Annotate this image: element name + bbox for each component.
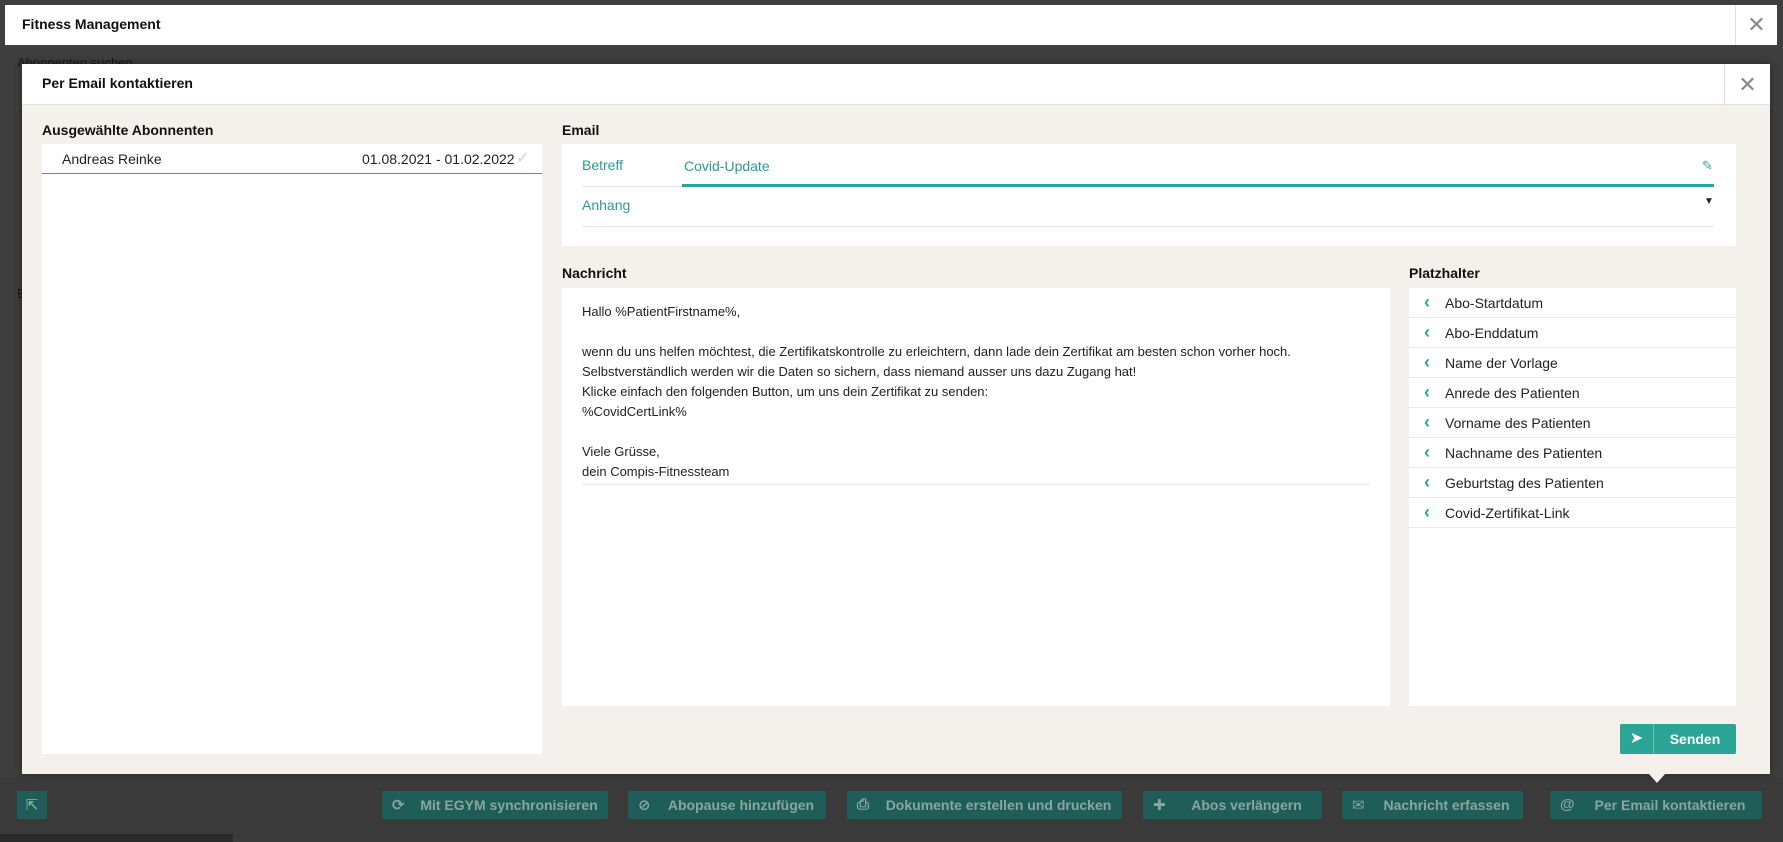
message-panel: Hallo %PatientFirstname%, wenn du uns he… xyxy=(562,288,1390,706)
paper-plane-icon: ➤ xyxy=(1620,724,1654,754)
sync-icon: ⟳ xyxy=(392,797,405,814)
pencil-icon: ✎ xyxy=(1702,158,1713,173)
outer-modal-title: Fitness Management xyxy=(22,16,161,32)
chevron-left-icon: ‹ xyxy=(1424,382,1430,402)
subscriber-row[interactable]: Andreas Reinke 01.08.2021 - 01.02.2022 ✓ xyxy=(42,144,542,174)
subject-input[interactable] xyxy=(682,147,1714,187)
chevron-left-icon: ‹ xyxy=(1424,292,1430,312)
send-button[interactable]: ➤ Senden xyxy=(1620,724,1736,754)
caret-down-icon[interactable]: ▼ xyxy=(1704,196,1714,207)
placeholder-item[interactable]: ‹ Anrede des Patienten xyxy=(1409,378,1736,408)
chevron-left-icon: ‹ xyxy=(1424,502,1430,522)
placeholder-item[interactable]: ‹ Nachname des Patienten xyxy=(1409,438,1736,468)
subscribers-list: Andreas Reinke 01.08.2021 - 01.02.2022 ✓ xyxy=(42,144,542,754)
envelope-icon: ✉ xyxy=(1352,797,1365,814)
chevron-left-icon: ‹ xyxy=(1424,352,1430,372)
create-message-button[interactable]: ✉ Nachricht erfassen xyxy=(1342,791,1523,819)
check-icon: ✓ xyxy=(516,150,530,167)
chevron-left-icon: ‹ xyxy=(1424,412,1430,432)
placeholder-item[interactable]: ‹ Abo-Enddatum xyxy=(1409,318,1736,348)
message-label: Nachricht xyxy=(562,265,627,281)
placeholder-item[interactable]: ‹ Name der Vorlage xyxy=(1409,348,1736,378)
placeholder-item[interactable]: ‹ Covid-Zertifikat-Link xyxy=(1409,498,1736,528)
subscribers-label: Ausgewählte Abonnenten xyxy=(42,122,214,138)
subscriber-dates: 01.08.2021 - 01.02.2022 xyxy=(362,151,515,167)
extend-subscriptions-button[interactable]: ✚ Abos verlängern xyxy=(1143,791,1322,819)
attachment-select[interactable] xyxy=(682,187,1714,227)
outer-close-icon[interactable]: ✕ xyxy=(1735,5,1777,45)
plus-icon: ✚ xyxy=(1153,797,1166,814)
message-textarea[interactable]: Hallo %PatientFirstname%, wenn du uns he… xyxy=(582,302,1370,485)
outer-modal-header: Fitness Management ✕ xyxy=(5,5,1777,45)
email-modal: Per Email kontaktieren ✕ Ausgewählte Abo… xyxy=(22,64,1770,774)
subscriber-name: Andreas Reinke xyxy=(62,151,162,167)
popover-pointer xyxy=(1649,774,1665,783)
close-icon[interactable]: ✕ xyxy=(1724,64,1770,105)
print-icon: ⎙ xyxy=(857,796,870,813)
attachment-label: Anhang xyxy=(582,187,682,227)
subject-label: Betreff xyxy=(582,147,682,187)
print-documents-button[interactable]: ⎙ Dokumente erstellen und drucken xyxy=(847,791,1122,819)
background-strip xyxy=(0,834,233,842)
export-icon[interactable]: ⇱ xyxy=(17,791,47,819)
chevron-left-icon: ‹ xyxy=(1424,442,1430,462)
email-panel: Betreff ✎ Anhang ▼ xyxy=(562,144,1736,246)
placeholders-list: ‹ Abo-Startdatum ‹ Abo-Enddatum ‹ Name der … xyxy=(1409,288,1736,706)
contact-email-button[interactable]: @ Per Email kontaktieren xyxy=(1550,791,1762,819)
email-modal-header: Per Email kontaktieren ✕ xyxy=(22,64,1770,105)
email-modal-title: Per Email kontaktieren xyxy=(42,75,193,91)
chevron-left-icon: ‹ xyxy=(1424,322,1430,342)
chevron-left-icon: ‹ xyxy=(1424,472,1430,492)
placeholders-label: Platzhalter xyxy=(1409,265,1480,281)
email-label: Email xyxy=(562,122,600,138)
at-icon: @ xyxy=(1560,796,1575,813)
pause-icon: ⊘ xyxy=(638,797,651,814)
placeholder-item[interactable]: ‹ Vorname des Patienten xyxy=(1409,408,1736,438)
add-pause-button[interactable]: ⊘ Abopause hinzufügen xyxy=(628,791,826,819)
placeholder-item[interactable]: ‹ Geburtstag des Patienten xyxy=(1409,468,1736,498)
placeholder-item[interactable]: ‹ Abo-Startdatum xyxy=(1409,288,1736,318)
egym-sync-button[interactable]: ⟳ Mit EGYM synchronisieren xyxy=(382,791,608,819)
